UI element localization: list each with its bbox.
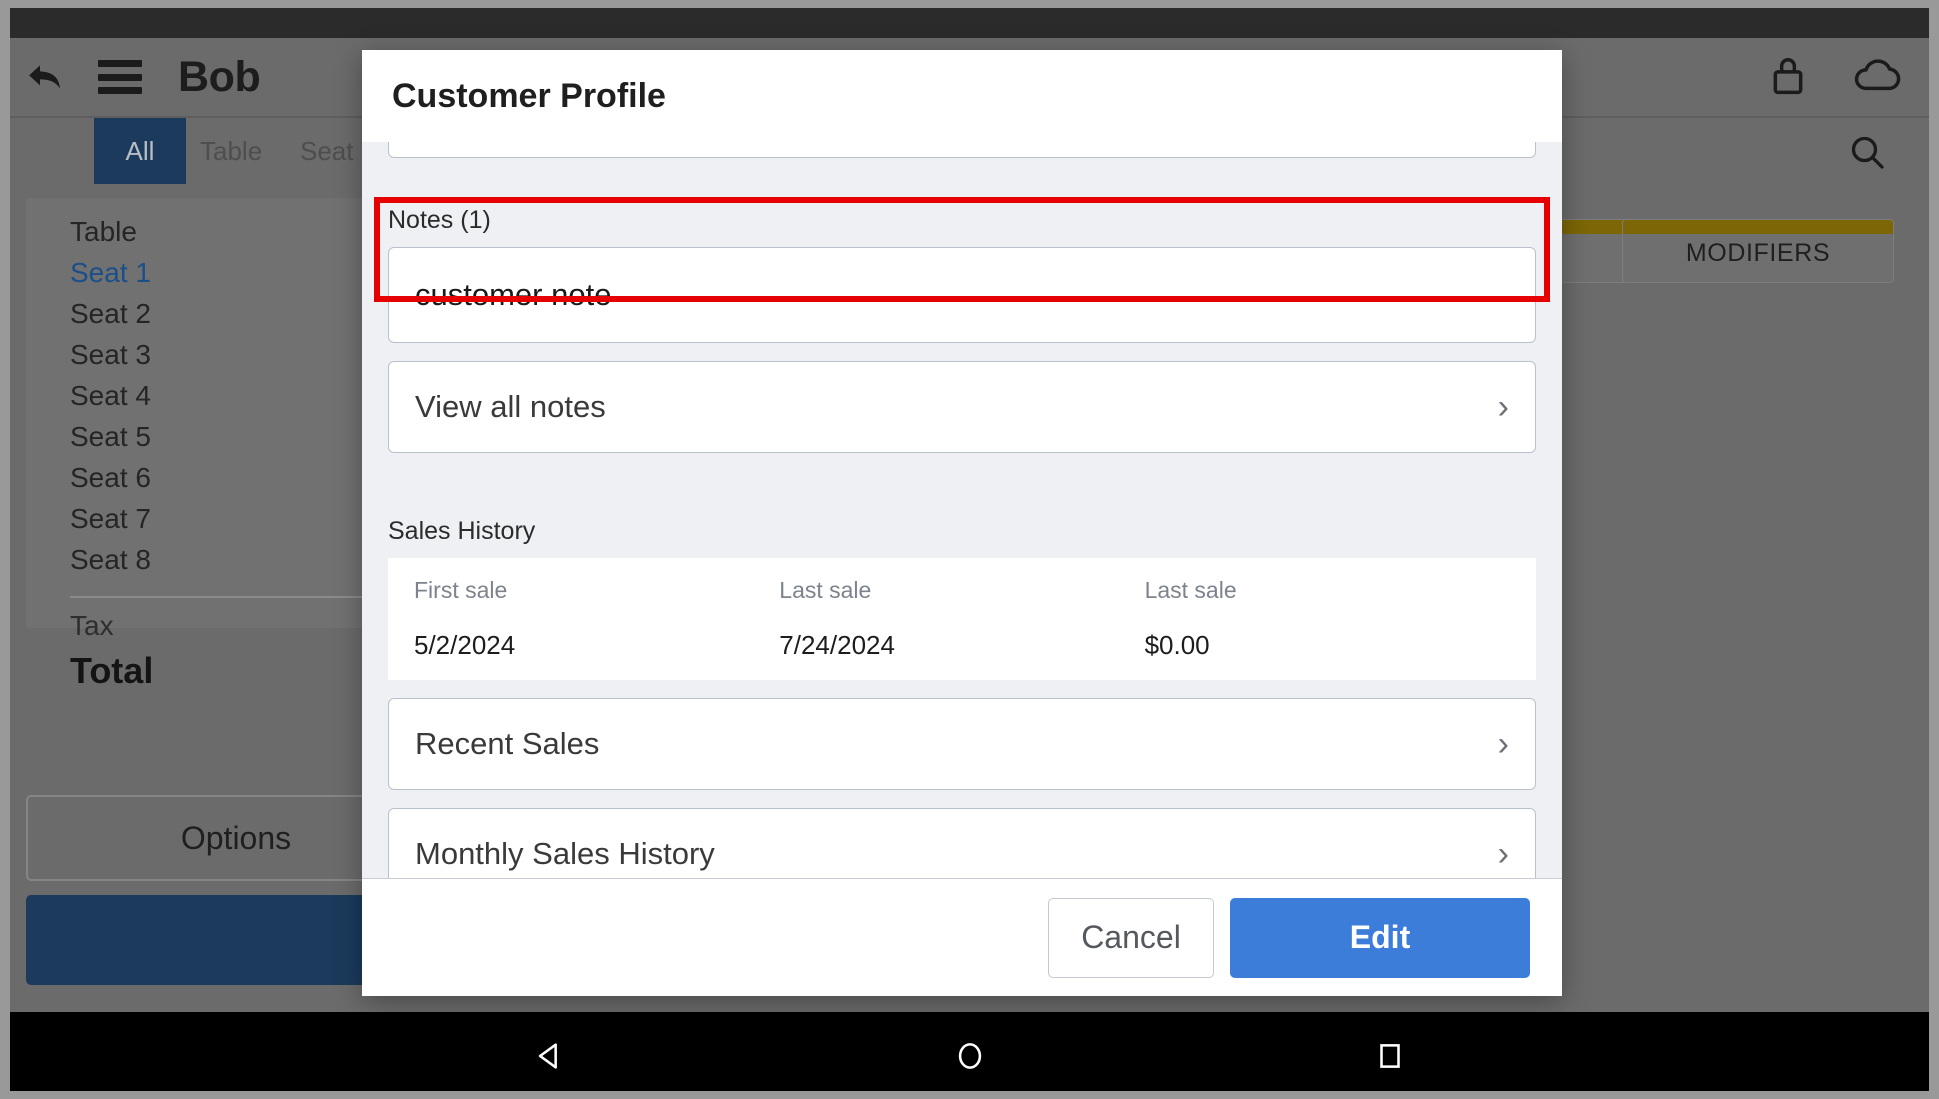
lock-icon[interactable]	[1769, 54, 1807, 101]
chevron-right-icon: ›	[1497, 835, 1509, 873]
modifier-button-modifiers[interactable]: MODIFIERS	[1622, 219, 1894, 283]
sales-value-first-sale: 5/2/2024	[414, 630, 516, 660]
sales-col-header-last-sale-total: Last sale	[1144, 577, 1237, 603]
tab-table[interactable]: Table	[200, 118, 262, 184]
dialog-footer: Cancel Edit	[362, 878, 1562, 996]
view-all-notes-label: View all notes	[415, 389, 606, 424]
order-line-seat-8[interactable]: Seat 8	[70, 544, 151, 576]
android-navigation-bar	[0, 1012, 1939, 1099]
monthly-sales-history-label: Monthly Sales History	[415, 836, 715, 871]
sales-value-last-sale: 7/24/2024	[779, 630, 895, 660]
notes-section-label: Notes (1)	[388, 206, 491, 234]
dialog-header: Customer Profile	[362, 50, 1562, 142]
hamburger-menu-icon[interactable]	[98, 60, 142, 94]
triangle-back-icon[interactable]	[530, 1036, 570, 1076]
edit-button[interactable]: Edit	[1230, 897, 1530, 978]
page-title: Bob	[178, 52, 261, 101]
dialog-title: Customer Profile	[392, 76, 666, 115]
cloud-icon[interactable]	[1853, 56, 1903, 99]
order-line-seat-7[interactable]: Seat 7	[70, 503, 151, 535]
sales-history-section-label: Sales History	[388, 517, 536, 545]
recent-sales-label: Recent Sales	[415, 726, 600, 761]
screen-border-right	[1929, 0, 1939, 1099]
modifier-accent-bar	[1623, 220, 1893, 234]
order-line-seat-2[interactable]: Seat 2	[70, 298, 151, 330]
sales-value-last-sale-total: $0.00	[1144, 630, 1210, 660]
order-line-seat-3[interactable]: Seat 3	[70, 339, 151, 371]
screen-border-left	[0, 0, 10, 1099]
sales-col-header-last-sale: Last sale	[779, 577, 872, 603]
recent-sales-row[interactable]: Recent Sales ›	[388, 698, 1536, 790]
view-all-notes-row[interactable]: View all notes ›	[388, 361, 1536, 453]
sales-history-value-row: 5/2/2024 7/24/2024 $0.00	[388, 630, 1536, 661]
cancel-button[interactable]: Cancel	[1048, 897, 1214, 978]
sales-history-table: First sale Last sale Last sale 5/2/2024 …	[388, 558, 1536, 680]
sales-history-header-row: First sale Last sale Last sale	[388, 577, 1536, 604]
square-recents-icon[interactable]	[1370, 1036, 1410, 1076]
screen-border-bottom	[0, 1091, 1939, 1099]
chevron-right-icon: ›	[1497, 388, 1509, 426]
order-line-seat-6[interactable]: Seat 6	[70, 462, 151, 494]
customer-note-item[interactable]: customer note	[388, 247, 1536, 343]
total-label: Total	[70, 650, 154, 691]
search-icon[interactable]	[1847, 132, 1887, 177]
sales-col-header-first-sale: First sale	[414, 577, 508, 603]
tab-all[interactable]: All	[94, 118, 186, 184]
scrolled-off-field[interactable]	[388, 142, 1536, 158]
circle-home-icon[interactable]	[950, 1036, 990, 1076]
dialog-body[interactable]: Notes (1) customer note View all notes ›…	[362, 142, 1562, 878]
back-arrow-icon[interactable]	[22, 54, 68, 100]
order-line-seat-5[interactable]: Seat 5	[70, 421, 151, 453]
chevron-right-icon: ›	[1497, 725, 1509, 763]
device-screen: Bob All Table Seat 1 Table Seat 1 Seat 2…	[0, 0, 1939, 1099]
screen-border-top	[0, 0, 1939, 8]
order-line-seat-4[interactable]: Seat 4	[70, 380, 151, 412]
tax-label: Tax	[70, 610, 114, 641]
customer-note-text: customer note	[415, 277, 612, 312]
customer-profile-dialog: Customer Profile Notes (1) customer note…	[362, 50, 1562, 996]
monthly-sales-history-row[interactable]: Monthly Sales History ›	[388, 808, 1536, 878]
order-line-seat-1[interactable]: Seat 1	[70, 257, 151, 289]
order-line-table[interactable]: Table	[70, 216, 137, 248]
modifier-button-2-label: MODIFIERS	[1685, 239, 1831, 267]
